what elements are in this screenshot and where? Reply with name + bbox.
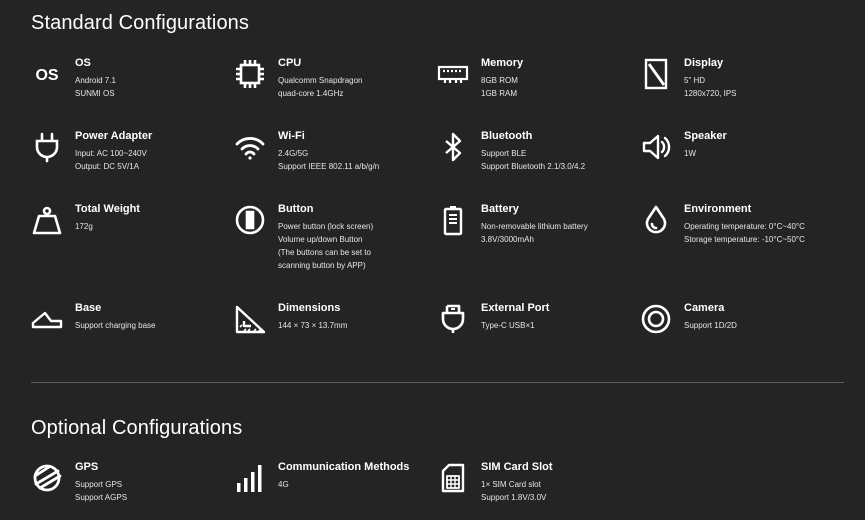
spec-value: Volume up/down Button	[278, 235, 363, 244]
bluetooth-icon	[437, 131, 469, 163]
base-icon	[31, 303, 63, 335]
spec-value: 172g	[75, 222, 93, 231]
spec-value: Qualcomm Snapdragon	[278, 76, 363, 85]
spec-name: Speaker	[684, 130, 727, 142]
dimensions-icon	[234, 303, 266, 335]
spec-name: Communication Methods	[278, 461, 410, 473]
spec-name: SIM Card Slot	[481, 461, 553, 473]
button-icon	[234, 204, 266, 236]
usb-c-icon	[437, 303, 469, 335]
spec-value: Support BLE	[481, 149, 527, 158]
spec-value: Type-C USB×1	[481, 321, 535, 330]
spec-value: Support AGPS	[75, 493, 128, 502]
display-icon	[640, 58, 672, 90]
section-divider	[31, 382, 844, 383]
spec-value: Android 7.1	[75, 76, 116, 85]
plug-icon	[31, 131, 63, 163]
spec-name: Dimensions	[278, 302, 341, 314]
optional-configurations-title: Optional Configurations	[31, 417, 243, 439]
cpu-icon	[234, 58, 266, 90]
spec-value: Operating temperature: 0°C~40°C	[684, 222, 805, 231]
drop-icon	[640, 204, 672, 236]
weight-icon	[31, 204, 63, 236]
spec-name: Base	[75, 302, 102, 314]
spec-value: Support 1.8V/3.0V	[481, 493, 547, 502]
spec-name: GPS	[75, 461, 99, 473]
spec-value: (The buttons can be set to	[278, 248, 371, 257]
spec-value: Input: AC 100~240V	[75, 149, 147, 158]
spec-value: 1280x720, IPS	[684, 89, 737, 98]
gps-icon	[31, 462, 63, 494]
spec-name: Memory	[481, 57, 524, 69]
spec-value: 144 × 73 × 13.7mm	[278, 321, 348, 330]
spec-value: 1GB RAM	[481, 89, 518, 98]
spec-name: Power Adapter	[75, 130, 153, 142]
spec-value: scanning button by APP)	[278, 261, 366, 270]
spec-value: 8GB ROM	[481, 76, 518, 85]
spec-name: Environment	[684, 203, 752, 215]
sim-icon	[437, 462, 469, 494]
spec-value: 2.4G/5G	[278, 149, 309, 158]
spec-value: SUNMI OS	[75, 89, 115, 98]
spec-name: External Port	[481, 302, 550, 314]
spec-name: CPU	[278, 57, 302, 69]
spec-value: 1W	[684, 149, 696, 158]
spec-value: quad-core 1.4GHz	[278, 89, 344, 98]
spec-value: 1× SIM Card slot	[481, 480, 541, 489]
spec-value: 5" HD	[684, 76, 706, 85]
spec-name: Button	[278, 203, 314, 215]
spec-value: 3.8V/3000mAh	[481, 235, 534, 244]
spec-value: Output: DC 5V/1A	[75, 162, 140, 171]
spec-name: Bluetooth	[481, 130, 533, 142]
spec-name: OS	[75, 57, 91, 69]
spec-value: Non-removable lithium battery	[481, 222, 588, 231]
spec-value: Support 1D/2D	[684, 321, 737, 330]
spec-name: Battery	[481, 203, 519, 215]
signal-icon	[234, 462, 266, 494]
spec-value: 4G	[278, 480, 289, 489]
spec-name: Wi-Fi	[278, 130, 305, 142]
spec-name: Display	[684, 57, 724, 69]
os-icon: OS	[31, 58, 63, 90]
spec-value: Support GPS	[75, 480, 123, 489]
battery-icon	[437, 204, 469, 236]
wifi-icon	[234, 131, 266, 163]
spec-value: Support Bluetooth 2.1/3.0/4.2	[481, 162, 586, 171]
spec-name: Total Weight	[75, 203, 140, 215]
svg-text:OS: OS	[35, 67, 58, 84]
spec-value: Power button (lock screen)	[278, 222, 374, 231]
standard-configurations-title: Standard Configurations	[31, 12, 249, 34]
spec-name: Camera	[684, 302, 725, 314]
speaker-icon	[640, 131, 672, 163]
memory-icon	[437, 58, 469, 90]
spec-value: Support IEEE 802.11 a/b/g/n	[278, 162, 380, 171]
spec-value: Storage temperature: -10°C~50°C	[684, 235, 805, 244]
camera-icon	[640, 303, 672, 335]
spec-value: Support charging base	[75, 321, 156, 330]
